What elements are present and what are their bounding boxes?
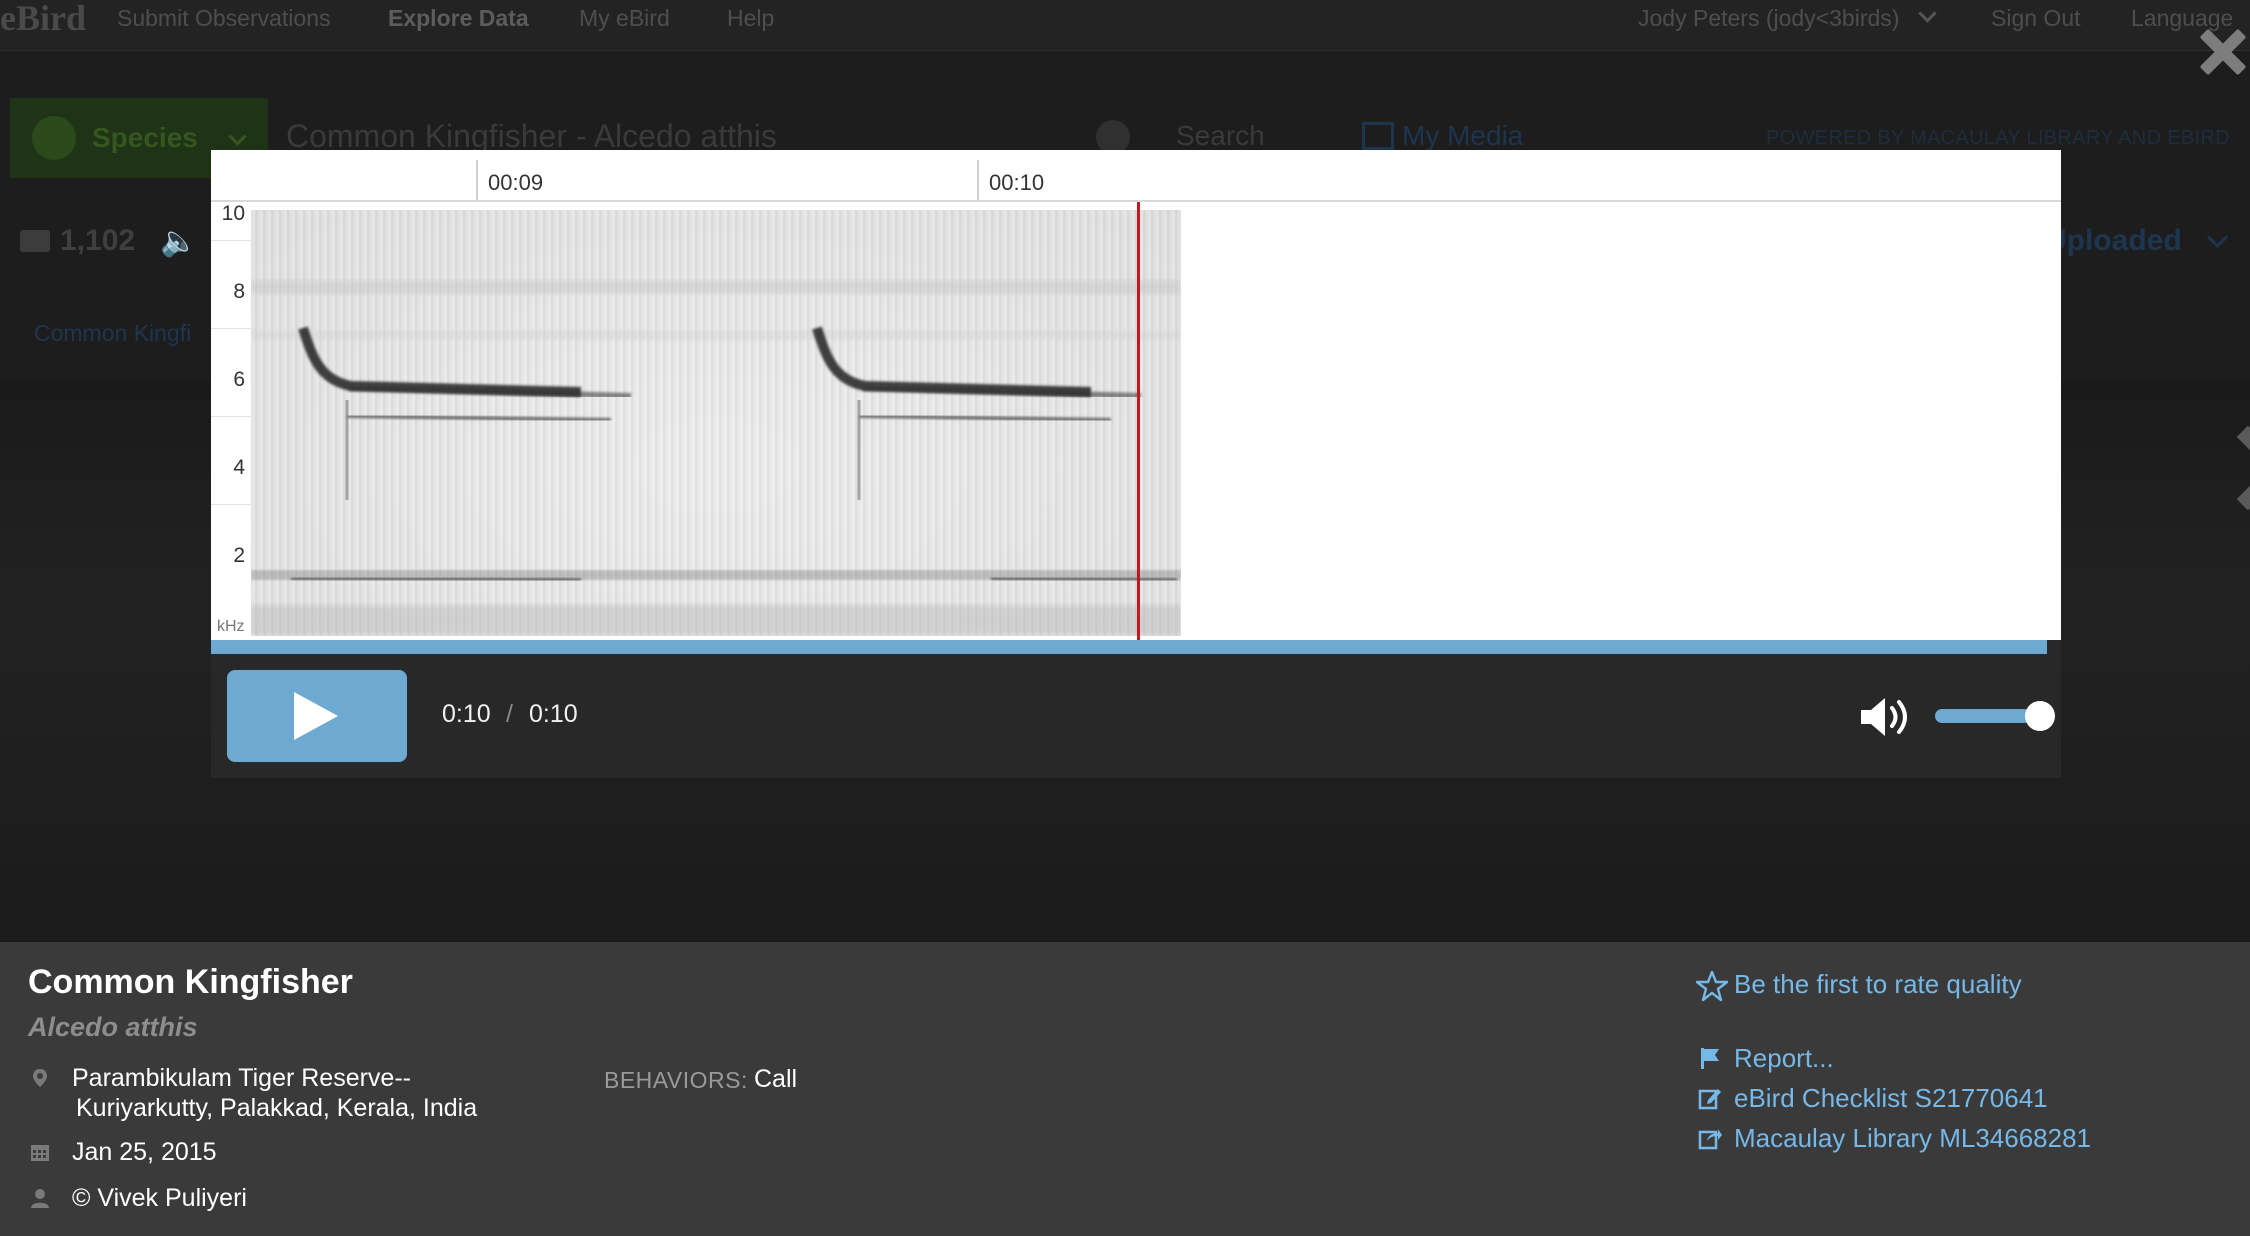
top-navigation: eBird Submit Observations Explore Data M…: [0, 0, 2250, 51]
nav-submit-observations[interactable]: Submit Observations: [117, 4, 330, 32]
chevron-down-icon: [228, 127, 247, 146]
nav-explore-data[interactable]: Explore Data: [388, 4, 529, 32]
chevron-down-icon: [1918, 4, 1938, 23]
external-link-icon: [1698, 1129, 1722, 1150]
common-name: Common Kingfisher: [28, 963, 353, 1001]
calendar-icon: [31, 1145, 49, 1161]
axis-gridline: [211, 240, 251, 241]
volume-icon[interactable]: [1857, 694, 1917, 740]
user-name: Jody Peters (jody<3birds): [1638, 5, 1900, 31]
person-icon: [31, 1189, 49, 1208]
bird-icon: [32, 116, 76, 160]
observation-date: Jan 25, 2015: [72, 1138, 217, 1166]
play-button[interactable]: [227, 670, 407, 762]
user-menu[interactable]: Jody Peters (jody<3birds): [1638, 4, 1938, 32]
chevron-down-icon: [2206, 226, 2229, 249]
behaviors-value: Call: [754, 1065, 798, 1093]
search-button[interactable]: Search: [1176, 118, 1265, 154]
edit-icon: [1698, 1089, 1721, 1110]
frequency-label: 8: [233, 280, 245, 303]
axis-gridline: [211, 504, 251, 505]
scientific-name: Alcedo atthis: [28, 1012, 198, 1042]
macaulay-library-link[interactable]: Macaulay Library ML34668281: [1734, 1122, 2091, 1154]
volume-slider-handle[interactable]: [2025, 701, 2055, 731]
nav-help[interactable]: Help: [727, 4, 774, 32]
time-separator: /: [506, 700, 513, 728]
volume-slider-track[interactable]: [1935, 709, 2031, 723]
ebird-logo[interactable]: eBird: [0, 0, 86, 36]
sign-out-link[interactable]: Sign Out: [1991, 4, 2081, 32]
location-line-2[interactable]: Kuriyarkutty, Palakkad, Kerala, India: [76, 1092, 477, 1124]
time-ruler: 00:09 00:10: [211, 150, 2061, 202]
clear-search-icon[interactable]: [1096, 120, 1130, 154]
behaviors-label: BEHAVIORS:: [604, 1067, 748, 1093]
frequency-unit: kHz: [217, 618, 245, 635]
star-icon[interactable]: [1696, 970, 1728, 1002]
ebird-checklist-link[interactable]: eBird Checklist S21770641: [1734, 1082, 2048, 1114]
time-tick-label: 00:09: [488, 170, 544, 195]
frequency-label: 6: [233, 368, 245, 391]
media-info-panel: Common Kingfisher Alcedo atthis Parambik…: [0, 942, 2250, 1236]
playhead[interactable]: [1137, 202, 1140, 642]
time-tick: 00:09: [476, 160, 543, 200]
time-tick: 00:10: [977, 160, 1044, 200]
frequency-axis: 10 8 6 4 2 kHz: [211, 202, 251, 640]
camera-icon: [20, 230, 50, 252]
axis-gridline: [211, 416, 251, 417]
play-icon: [294, 692, 338, 740]
frequency-label: 2: [233, 544, 245, 567]
spectrogram-image: [251, 210, 1181, 636]
species-label: Species: [92, 122, 198, 153]
current-time: 0:10: [442, 700, 491, 728]
time-tick-label: 00:10: [989, 170, 1045, 195]
axis-gridline: [211, 328, 251, 329]
report-link[interactable]: Report...: [1734, 1042, 1834, 1074]
audio-icon[interactable]: 🔈: [160, 224, 197, 260]
photo-count[interactable]: 1,102: [60, 222, 135, 260]
location-pin-icon: [33, 1069, 47, 1087]
breadcrumb[interactable]: Common Kingfi: [34, 318, 191, 348]
spectrogram-panel[interactable]: 00:09 00:10 10 8 6 4 2 kHz: [211, 150, 2061, 642]
duration: 0:10: [529, 700, 578, 728]
playback-progress-bar[interactable]: [211, 640, 2047, 654]
frequency-label: 4: [233, 456, 245, 479]
frequency-label: 10: [221, 202, 245, 225]
media-icon: [1362, 122, 1394, 150]
location-line-1[interactable]: Parambikulam Tiger Reserve--: [72, 1062, 411, 1094]
flag-icon: [1701, 1048, 1719, 1069]
close-icon[interactable]: [2190, 22, 2250, 82]
media-credit[interactable]: © Vivek Puliyeri: [72, 1182, 247, 1214]
nav-my-ebird[interactable]: My eBird: [579, 4, 670, 32]
next-arrow-icon[interactable]: [2210, 420, 2250, 510]
rate-quality-link[interactable]: Be the first to rate quality: [1734, 968, 2022, 1000]
powered-by-text: POWERED BY MACAULAY LIBRARY AND EBIRD: [1766, 127, 2230, 149]
audio-player: 00:09 00:10 10 8 6 4 2 kHz 0:10 / 0:10: [211, 150, 2061, 778]
my-media-link[interactable]: My Media: [1402, 118, 1523, 154]
